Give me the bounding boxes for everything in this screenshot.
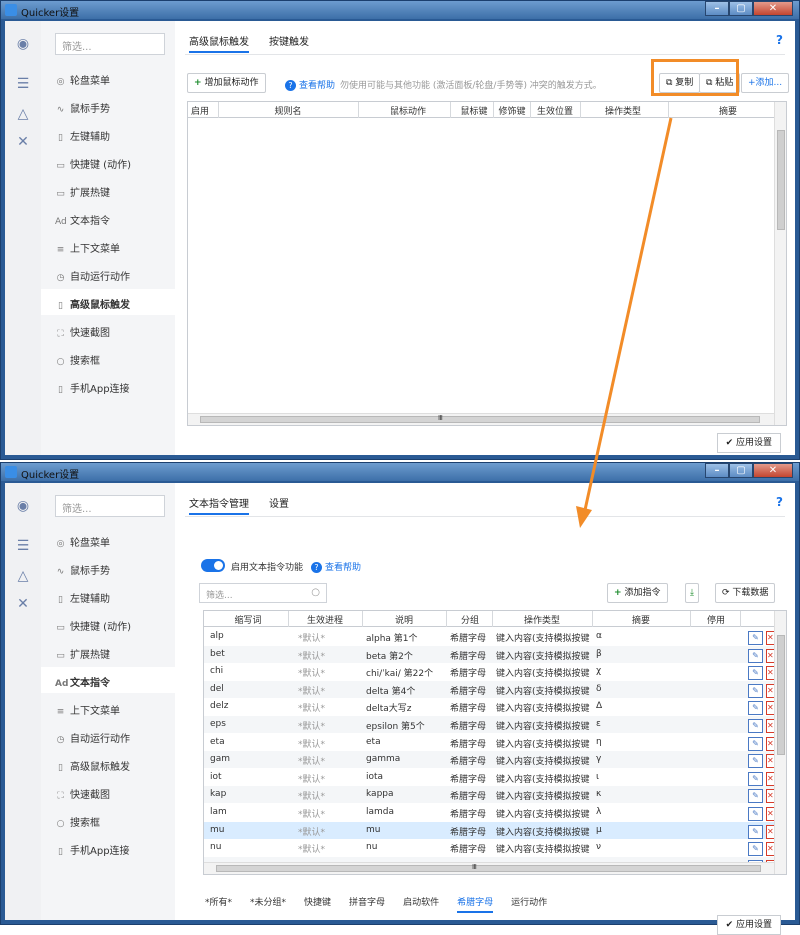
arrow-line bbox=[583, 117, 673, 511]
arrow-head bbox=[576, 506, 592, 528]
annotation-arrow bbox=[576, 117, 673, 528]
